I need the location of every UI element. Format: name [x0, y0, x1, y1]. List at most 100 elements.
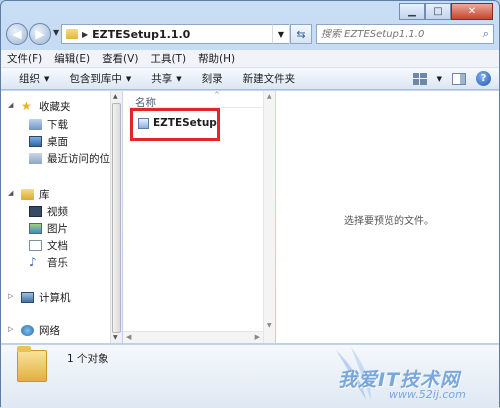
scroll-down-icon[interactable]: ▼ — [267, 322, 272, 329]
nav-network[interactable]: 网络 — [21, 323, 60, 338]
item-count: 1 个对象 — [67, 353, 109, 365]
scroll-up-icon[interactable]: ▲ — [267, 93, 272, 100]
nav-videos[interactable]: 视频 — [29, 204, 68, 219]
arrow-right-icon: ▶ — [35, 27, 45, 41]
file-vscrollbar[interactable]: ▲ ▼ — [263, 91, 275, 343]
view-controls: ▼ ? — [412, 71, 491, 86]
nav-pictures-label: 图片 — [47, 223, 68, 235]
breadcrumb-separator-icon[interactable]: ▶ — [82, 30, 88, 39]
nav-favorites-label: 收藏夹 — [39, 101, 71, 113]
folder-icon — [17, 346, 47, 382]
nav-desktop[interactable]: 桌面 — [29, 134, 68, 149]
file-name: EZTESetup — [153, 117, 217, 129]
preview-message: 选择要预览的文件。 — [344, 216, 434, 227]
nav-pictures[interactable]: 图片 — [29, 221, 68, 236]
search-input[interactable] — [321, 28, 471, 40]
nav-scroll-thumb[interactable] — [112, 103, 121, 333]
recent-pages-dropdown[interactable]: ▼ — [53, 28, 59, 37]
search-box[interactable]: ⌕ — [316, 24, 494, 44]
chevron-down-icon: ▼ — [125, 74, 132, 83]
title-bar: ▁ □ ✕ ◀ ▶ ▼ ▶ EZTESetup1.1.0 ▼ ⇆ ⌕ — [1, 1, 499, 45]
share-label: 共享 — [151, 73, 173, 85]
new-folder-button[interactable]: 新建文件夹 — [243, 71, 296, 86]
nav-scrollbar[interactable]: ▲ ▼ — [110, 91, 122, 343]
maximize-button[interactable]: □ — [425, 3, 451, 20]
menu-tools[interactable]: 工具(T) — [150, 51, 186, 66]
include-label: 包含到库中 — [69, 73, 122, 85]
expand-arrow-icon[interactable]: ▷ — [8, 292, 13, 300]
organize-button[interactable]: 组织 ▼ — [19, 71, 49, 86]
nav-recent[interactable]: 最近访问的位置 — [29, 151, 121, 166]
close-button[interactable]: ✕ — [451, 3, 493, 20]
menu-view[interactable]: 查看(V) — [102, 51, 138, 66]
nav-downloads[interactable]: 下载 — [29, 117, 68, 132]
nav-computer[interactable]: 计算机 — [21, 290, 71, 305]
folder-icon — [66, 29, 78, 39]
burn-label: 刻录 — [201, 73, 223, 85]
arrow-left-icon: ◀ — [12, 27, 22, 41]
preview-pane-icon[interactable] — [452, 72, 466, 85]
watermark-url: www.52ij.com — [389, 388, 466, 401]
file-item[interactable]: EZTESetup — [138, 117, 217, 129]
setup-exe-icon — [138, 117, 149, 129]
burn-button[interactable]: 刻录 — [202, 71, 223, 86]
nav-downloads-label: 下载 — [47, 119, 68, 131]
include-in-library-button[interactable]: 包含到库中 ▼ — [69, 71, 131, 86]
scroll-up-icon[interactable]: ▲ — [113, 93, 118, 100]
share-button[interactable]: 共享 ▼ — [151, 71, 181, 86]
back-button[interactable]: ◀ — [6, 23, 28, 45]
minimize-button[interactable]: ▁ — [399, 3, 425, 20]
menu-file[interactable]: 文件(F) — [7, 51, 42, 66]
nav-music[interactable]: ♪ 音乐 — [29, 255, 68, 270]
nav-computer-label: 计算机 — [39, 292, 71, 304]
refresh-button[interactable]: ⇆ — [290, 24, 312, 44]
nav-desktop-label: 桌面 — [47, 136, 68, 148]
library-icon — [21, 189, 34, 200]
address-path[interactable]: EZTESetup1.1.0 — [92, 28, 190, 41]
chevron-down-icon: ▼ — [44, 74, 50, 83]
star-icon: ★ — [21, 99, 32, 113]
nav-favorites[interactable]: ★ 收藏夹 — [21, 99, 71, 114]
download-folder-icon — [29, 119, 42, 130]
network-icon — [21, 325, 34, 336]
nav-videos-label: 视频 — [47, 206, 68, 218]
chevron-down-icon: ▼ — [176, 74, 182, 83]
music-icon: ♪ — [29, 255, 37, 269]
search-icon[interactable]: ⌕ — [483, 27, 489, 41]
address-bar[interactable]: ▶ EZTESetup1.1.0 — [61, 24, 289, 44]
nav-documents-label: 文档 — [47, 240, 68, 252]
scroll-right-icon[interactable]: ▶ — [255, 333, 260, 341]
scroll-left-icon[interactable]: ◀ — [126, 333, 131, 341]
menu-bar: 文件(F) 编辑(E) 查看(V) 工具(T) 帮助(H) — [1, 50, 499, 68]
help-icon[interactable]: ? — [476, 71, 491, 86]
desktop-icon — [29, 136, 42, 147]
address-dropdown-button[interactable]: ▼ — [272, 24, 289, 44]
picture-icon — [29, 223, 42, 234]
nav-libraries-label: 库 — [39, 189, 50, 201]
menu-help[interactable]: 帮助(H) — [198, 51, 235, 66]
sort-indicator-icon: ^ — [214, 91, 220, 99]
nav-libraries[interactable]: 库 — [21, 187, 50, 202]
command-bar: 组织 ▼ 包含到库中 ▼ 共享 ▼ 刻录 新建文件夹 ▼ ? — [1, 68, 499, 90]
collapse-arrow-icon[interactable]: ◢ — [8, 101, 13, 109]
video-icon — [29, 206, 42, 217]
computer-icon — [21, 292, 34, 303]
explorer-window: ▁ □ ✕ ◀ ▶ ▼ ▶ EZTESetup1.1.0 ▼ ⇆ ⌕ 文件(F)… — [0, 0, 500, 408]
expand-arrow-icon[interactable]: ▷ — [8, 325, 13, 333]
new-folder-label: 新建文件夹 — [242, 73, 296, 85]
view-dropdown-icon[interactable]: ▼ — [437, 75, 442, 83]
refresh-icon: ⇆ — [296, 27, 306, 41]
forward-button[interactable]: ▶ — [29, 23, 51, 45]
nav-network-label: 网络 — [39, 325, 60, 337]
nav-documents[interactable]: 文档 — [29, 238, 68, 253]
organize-label: 组织 — [19, 73, 40, 85]
scroll-down-icon[interactable]: ▼ — [113, 334, 118, 341]
document-icon — [29, 240, 42, 251]
recent-places-icon — [29, 153, 42, 164]
collapse-arrow-icon[interactable]: ◢ — [8, 189, 13, 197]
caption-buttons: ▁ □ ✕ — [399, 3, 493, 20]
menu-edit[interactable]: 编辑(E) — [54, 51, 90, 66]
nav-music-label: 音乐 — [47, 257, 68, 269]
change-view-icon[interactable] — [412, 72, 427, 85]
file-hscrollbar[interactable]: ◀ ▶ — [123, 331, 263, 343]
